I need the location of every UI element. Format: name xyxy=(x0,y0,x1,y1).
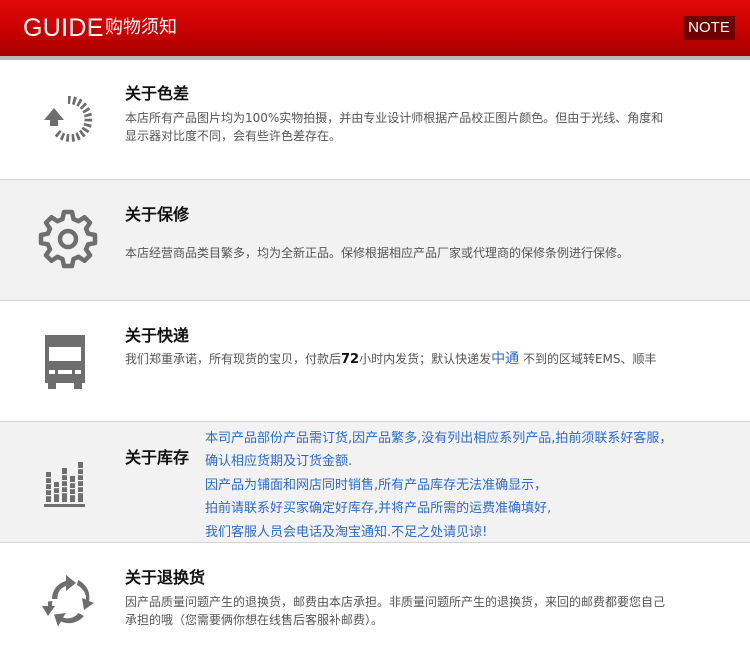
section-text: 本店所有产品图片均为100%实物拍摄，并由专业设计师根据产品校正图片颜色。但由于… xyxy=(125,111,664,143)
guide-header: GUIDE 购物须知 NOTE xyxy=(0,0,750,60)
section-returns: 关于退换货 因产品质量问题产生的退换货，邮费由本店承担。非质量问题所产生的退换货… xyxy=(0,543,750,662)
section-text-part: 不到的区域转EMS、顺丰 xyxy=(519,352,657,366)
header-guide-label: GUIDE xyxy=(23,14,104,42)
section-warranty: 关于保修 本店经营商品类目繁多，均为全新正品。保修根据相应产品厂家或代理商的保修… xyxy=(0,180,750,301)
stock-notice-line: 确认相应货期及订货金额. xyxy=(205,454,353,470)
section-title: 关于快递 xyxy=(125,326,190,345)
stock-notice-line: 本司产品部份产品需订货,因产品繁多,没有列出相应系列产品,拍前须联系好客服， xyxy=(205,431,673,446)
stock-notice-line: 拍前请联系好买家确定好库存,并将产品所需的运费准确填好, xyxy=(205,501,552,517)
section-express: 关于快递 我们郑重承诺，所有现货的宝贝，付款后72小时内发货；默认快递发中通 不… xyxy=(0,301,750,422)
gear-icon xyxy=(38,209,98,269)
section-text-part: 小时内发货；默认快递发 xyxy=(359,352,492,366)
section-color-difference: 关于色差 本店所有产品图片均为100%实物拍摄，并由专业设计师根据产品校正图片颜… xyxy=(0,60,750,180)
bar-chart-icon xyxy=(38,456,98,516)
header-title: 购物须知 xyxy=(105,17,177,38)
refresh-arrow-icon xyxy=(38,90,98,150)
section-stock: 关于库存 本司产品部份产品需订货,因产品繁多,没有列出相应系列产品,拍前须联系好… xyxy=(0,422,750,543)
section-title: 关于色差 xyxy=(125,84,190,103)
section-title: 关于退换货 xyxy=(125,568,206,587)
section-text: 因产品质量问题产生的退换货，邮费由本店承担。非质量问题所产生的退换货，来回的邮费… xyxy=(125,595,666,627)
courier-name: 中通 xyxy=(491,351,520,367)
section-text: 我们郑重承诺，所有现货的宝贝，付款后72小时内发货；默认快递发中通 不到的区域转… xyxy=(125,350,685,369)
stock-notice-line: 我们客服人员会电话及淘宝通知.不足之处请见谅! xyxy=(205,524,488,540)
section-title: 关于库存 xyxy=(125,448,190,467)
section-text: 本店经营商品类目繁多，均为全新正品。保修根据相应产品厂家或代理商的保修条例进行保… xyxy=(125,246,630,260)
stock-notice-line: 因产品为铺面和网店同时销售,所有产品库存无法准确显示， xyxy=(205,477,548,493)
ship-hours: 72 xyxy=(341,352,360,367)
note-badge: NOTE xyxy=(683,16,735,40)
stock-notice: 本司产品部份产品需订货,因产品繁多,没有列出相应系列产品,拍前须联系好客服， 确… xyxy=(205,427,725,544)
section-title: 关于保修 xyxy=(125,205,190,224)
truck-icon xyxy=(38,333,98,393)
recycle-arrows-icon xyxy=(38,572,98,632)
shopping-guide-page: GUIDE 购物须知 NOTE 关于色差 本店所有产品图片均为100%实物拍摄，… xyxy=(0,0,750,662)
section-text-part: 我们郑重承诺，所有现货的宝贝，付款后 xyxy=(125,352,342,366)
